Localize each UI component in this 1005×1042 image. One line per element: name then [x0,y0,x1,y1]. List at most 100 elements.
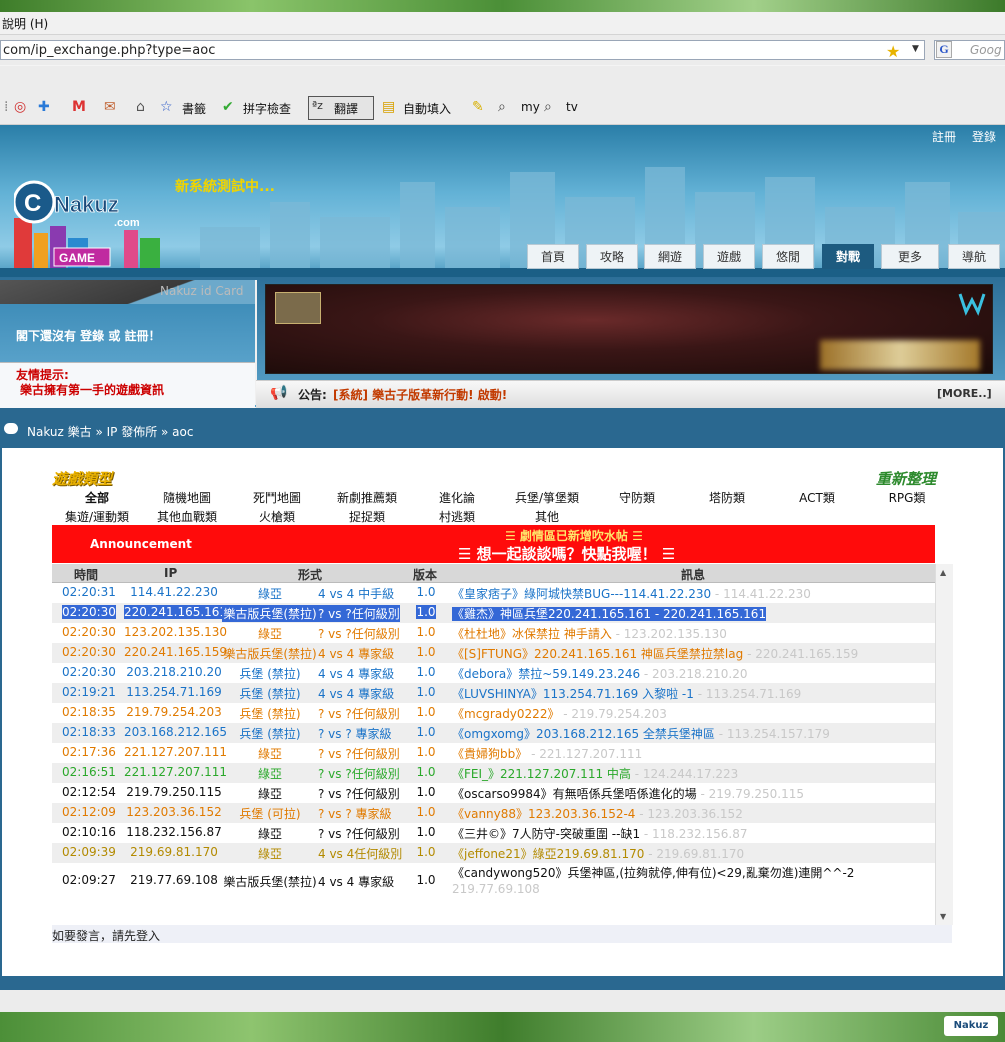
table-row[interactable]: 02:16:51 221.127.207.111 綠亞 ? vs ?任何級別 1.0 《F… [52,763,935,783]
row-message-text[interactable]: 《雞杰》神區兵堡220.241.165.161 - 220.241.165.16… [452,607,767,621]
my-button[interactable]: my [521,100,540,114]
row-message-text[interactable]: 《[S]FTUNG》220.241.165.161 神區兵堡禁拉禁lag [452,647,743,661]
table-row[interactable]: 02:09:39 219.69.81.170 綠亞 4 vs 4任何級別 1.0 《jef… [52,843,935,863]
announcement-link[interactable]: [系統] 樂古子版革新行動! 啟動! [333,386,507,403]
nav-tab[interactable]: 遊戲 [703,244,755,269]
scroll-up-icon[interactable]: ▲ [940,568,946,577]
row-message-text[interactable]: 《FEI_》221.127.207.111 中高 [452,767,631,781]
nav-tab[interactable]: 悠閒 [762,244,814,269]
table-row[interactable]: 02:19:21 113.254.71.169 兵堡 (禁拉) 4 vs 4 專家級 1… [52,683,935,703]
row-message[interactable]: 《杜杜地》冰保禁拉 神手請入 - 123.202.135.130 [452,625,727,642]
refresh-button[interactable]: 重新整理 [876,468,936,489]
row-message[interactable]: 《皇家痞子》綠阿城快禁BUG---114.41.22.230 - 114.41.… [452,585,811,602]
login-prompt[interactable]: 閣下還沒有 登錄 或 註冊！ [16,327,161,344]
login-link[interactable]: 登錄 [972,128,996,145]
table-row[interactable]: 02:20:31 114.41.22.230 綠亞 4 vs 4 中手級 1.0 《皇家痞… [52,583,935,603]
category-item[interactable]: 其他血戰類 [142,508,232,525]
scrollbar[interactable] [935,564,953,925]
nav-tab[interactable]: 更多 [881,244,939,269]
row-message[interactable]: 《雞杰》神區兵堡220.241.165.161 - 220.241.165.16… [452,605,767,622]
category-item[interactable]: 村逃類 [412,508,502,525]
row-message[interactable]: 《vanny88》123.203.36.152-4 - 123.203.36.1… [452,805,743,822]
category-item[interactable]: 捉捉類 [322,508,412,525]
category-item[interactable]: 隨機地圖 [142,489,232,506]
category-item[interactable]: 全部 [52,489,142,506]
row-message-text[interactable]: 《candywong520》兵堡神區,(拉夠就停,伸有位)<29,亂棄勿進)連開… [452,866,854,880]
tv-button[interactable]: tv [566,100,578,114]
category-item[interactable]: RPG類 [862,489,952,506]
row-message-text[interactable]: 《vanny88》123.203.36.152-4 [452,807,635,821]
category-item[interactable]: 進化論 [412,489,502,506]
nav-tab[interactable]: 攻略 [586,244,638,269]
nav-tab[interactable]: 導航 [948,244,1000,269]
nav-tab[interactable]: 網遊 [644,244,696,269]
bookmarks-button[interactable]: 書籤 [182,100,206,117]
category-item[interactable]: ACT類 [772,489,862,506]
star-icon[interactable]: ☆ [160,99,173,115]
category-item[interactable]: 死鬥地圖 [232,489,322,506]
spiral-icon[interactable]: ◎ [14,99,26,115]
nakuz-logo[interactable]: C Nakuz .com GAME [14,178,164,268]
url-input[interactable]: com/ip_exchange.php?type=aoc [0,40,925,60]
row-message-text[interactable]: 《oscarso9984》有無唔係兵堡唔係進化的場 [452,787,697,801]
category-item[interactable]: 守防類 [592,489,682,506]
table-row[interactable]: 02:12:54 219.79.250.115 綠亞 ? vs ?任何級別 1.0 《os… [52,783,935,803]
autofill-button[interactable]: 自動填入 [403,100,451,117]
magnifier-icon[interactable]: ⌕ [498,99,506,115]
scroll-down-icon[interactable]: ▼ [940,912,946,921]
bookmark-star-icon[interactable]: ★ [886,42,900,61]
table-row[interactable]: 02:20:30 123.202.135.130 綠亞 ? vs ?任何級別 1.0 《杜… [52,623,935,643]
category-item[interactable]: 新劇推薦類 [322,489,412,506]
row-message[interactable]: 《[S]FTUNG》220.241.165.161 神區兵堡禁拉禁lag - 2… [452,645,858,662]
menu-help[interactable]: 說明 (H) [2,15,48,32]
category-item[interactable]: 其他 [502,508,592,525]
row-message-text[interactable]: 《貴婦狗bb》 [452,747,527,761]
category-item[interactable]: 集遊/運動類 [52,508,142,525]
category-item[interactable]: 火槍類 [232,508,322,525]
table-row[interactable]: 02:17:36 221.127.207.111 綠亞 ? vs ?任何級別 1.0 《貴… [52,743,935,763]
table-row[interactable]: 02:20:30 220.241.165.159 樂古版兵堡(禁拉) 4 vs 4 專… [52,643,935,663]
google-icon[interactable]: G [936,41,952,58]
plus-icon[interactable]: ✚ [38,99,50,115]
table-row[interactable]: 02:20:30 220.241.165.161 樂古版兵堡(禁拉)? vs ?任何… [52,603,935,623]
nav-tab[interactable]: 對戰 [822,244,874,269]
category-item[interactable]: 兵堡/箏堡類 [502,489,592,506]
category-item[interactable]: 塔防類 [682,489,772,506]
row-message[interactable]: 《candywong520》兵堡神區,(拉夠就停,伸有位)<29,亂棄勿進)連開… [452,865,922,897]
row-message[interactable]: 《mcgrady0222》 - 219.79.254.203 [452,705,667,722]
nav-tab[interactable]: 首頁 [527,244,579,269]
notice-line-1[interactable]: ☰ 劇情區已新增吹水帖 ☰ [505,527,643,544]
notice-line-2[interactable]: ☰ 想一起談談嗎？快點我喔！ ☰ [458,543,675,564]
table-row[interactable]: 02:20:30 203.218.210.20 兵堡 (禁拉) 4 vs 4 專家級 1… [52,663,935,683]
row-message-text[interactable]: 《皇家痞子》綠阿城快禁BUG---114.41.22.230 [452,587,711,601]
table-row[interactable]: 02:18:33 203.168.212.165 兵堡 (禁拉) ? vs ? 專家級… [52,723,935,743]
row-message[interactable]: 《debora》禁拉~59.149.23.246 - 203.218.210.2… [452,665,747,682]
row-message[interactable]: 《oscarso9984》有無唔係兵堡唔係進化的場 - 219.79.250.1… [452,785,804,802]
row-message[interactable]: 《LUVSHINYA》113.254.71.169 入黎啦 -1 - 113.2… [452,685,801,702]
row-message[interactable]: 《三井©》7人防守-突破重圍 --缺1 - 118.232.156.87 [452,825,747,842]
row-message-text[interactable]: 《omgxomg》203.168.212.165 全禁兵堡神區 [452,727,715,741]
more-link[interactable]: [MORE..] [937,387,992,400]
row-message-text[interactable]: 《jeffone21》綠亞219.69.81.170 [452,847,644,861]
row-message-text[interactable]: 《LUVSHINYA》113.254.71.169 入黎啦 -1 [452,687,694,701]
table-row[interactable]: 02:09:27 219.77.69.108 樂古版兵堡(禁拉) 4 vs 4 專家級… [52,863,935,901]
table-row[interactable]: 02:10:16 118.232.156.87 綠亞 ? vs ?任何級別 1.0 《三井… [52,823,935,843]
row-message[interactable]: 《FEI_》221.127.207.111 中高 - 124.244.17.22… [452,765,738,782]
row-message-text[interactable]: 《三井©》7人防守-突破重圍 --缺1 [452,827,640,841]
row-message[interactable]: 《貴婦狗bb》 - 221.127.207.111 [452,745,642,762]
magnifier-tv-icon[interactable]: ⌕ [544,99,552,115]
table-row[interactable]: 02:12:09 123.203.36.152 兵堡 (可拉) ? vs ? 專家級 1… [52,803,935,823]
row-message[interactable]: 《omgxomg》203.168.212.165 全禁兵堡神區 - 113.25… [452,725,830,742]
row-message[interactable]: 《jeffone21》綠亞219.69.81.170 - 219.69.81.1… [452,845,744,862]
row-message-text[interactable]: 《杜杜地》冰保禁拉 神手請入 [452,627,612,641]
url-dropdown-icon[interactable]: ▼ [912,44,919,54]
register-link[interactable]: 註冊 [932,128,956,145]
spellcheck-button[interactable]: 拼字檢查 [243,100,291,117]
pencil-icon[interactable]: ✎ [472,99,484,115]
row-message-text[interactable]: 《debora》禁拉~59.149.23.246 [452,667,640,681]
home-icon[interactable]: ⌂ [136,99,145,115]
stamp-icon[interactable]: ✉ [104,99,116,115]
row-message-text[interactable]: 《mcgrady0222》 [452,707,559,721]
table-row[interactable]: 02:18:35 219.79.254.203 兵堡 (禁拉) ? vs ?任何級別 1… [52,703,935,723]
breadcrumb[interactable]: Nakuz 樂古 » IP 發佈所 » aoc [27,423,193,440]
